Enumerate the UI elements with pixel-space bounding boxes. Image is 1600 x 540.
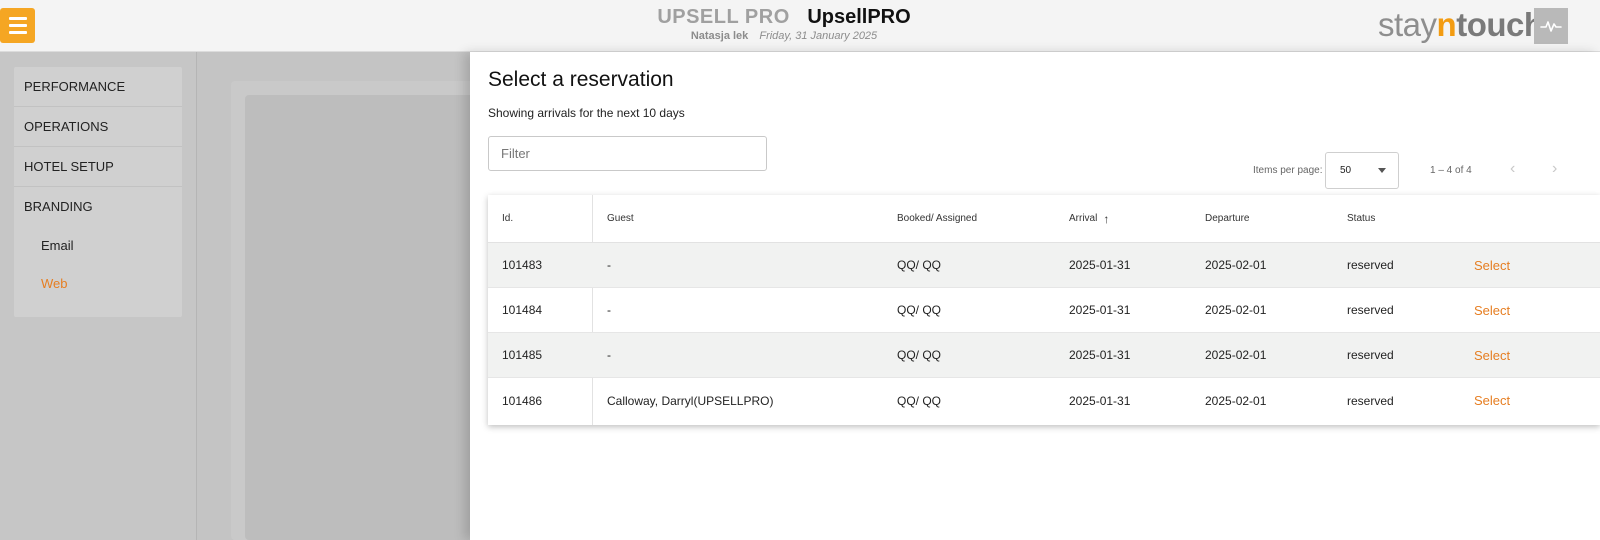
sidebar-subitem-email[interactable]: Email <box>14 227 182 265</box>
previous-page-icon[interactable]: ‹ <box>1510 160 1515 178</box>
select-reservation-button[interactable]: Select <box>1474 333 1510 377</box>
sidebar-item-operations[interactable]: OPERATIONS <box>14 107 182 147</box>
header-guest[interactable]: Guest <box>607 195 634 242</box>
cell-arrival: 2025-01-31 <box>1069 258 1131 272</box>
header-center: UPSELL PRO UpsellPRO Natasja lek Friday,… <box>0 6 1568 42</box>
cell-status: reserved <box>1347 258 1394 272</box>
select-reservation-panel: Select a reservation Showing arrivals fo… <box>470 52 1600 540</box>
caret-down-icon <box>1378 168 1386 173</box>
cell-status: reserved <box>1347 303 1394 317</box>
cell-id: 101484 <box>502 303 543 317</box>
sidebar-item-hotel-setup[interactable]: HOTEL SETUP <box>14 147 182 187</box>
header-titles: UPSELL PRO UpsellPRO <box>0 6 1568 29</box>
hotel-name: UpsellPRO <box>807 6 911 28</box>
cell-guest: - <box>607 258 611 272</box>
cell-departure: 2025-02-01 <box>1205 348 1267 362</box>
cell-booked-assigned: QQ/ QQ <box>897 258 942 272</box>
header-arrival[interactable]: Arrival ↑ <box>1069 195 1109 242</box>
cell-guest: - <box>607 348 611 362</box>
sort-ascending-icon: ↑ <box>1103 211 1110 226</box>
panel-title: Select a reservation <box>488 68 674 91</box>
cell-booked-assigned: QQ/ QQ <box>897 303 942 317</box>
header-status[interactable]: Status <box>1347 195 1375 242</box>
header-departure[interactable]: Departure <box>1205 195 1249 242</box>
cell-id: 101485 <box>502 348 543 362</box>
logo-text-touch: touch <box>1456 6 1544 43</box>
filter-input[interactable] <box>488 136 767 171</box>
cell-status: reserved <box>1347 393 1394 408</box>
sidebar-item-performance[interactable]: PERFORMANCE <box>14 67 182 107</box>
cell-departure: 2025-02-01 <box>1205 303 1267 317</box>
sidebar-item-branding[interactable]: BRANDING <box>14 187 182 227</box>
cell-booked-assigned: QQ/ QQ <box>897 348 942 362</box>
sidebar-nav: PERFORMANCE OPERATIONS HOTEL SETUP BRAND… <box>14 67 182 317</box>
next-page-icon[interactable]: › <box>1552 160 1557 178</box>
items-per-page-value: 50 <box>1340 165 1352 176</box>
header-booked-assigned[interactable]: Booked/ Assigned <box>897 195 977 242</box>
select-reservation-button[interactable]: Select <box>1474 243 1510 287</box>
activity-button[interactable] <box>1534 8 1568 44</box>
items-per-page-label: Items per page: <box>1253 165 1323 176</box>
cell-id: 101486 <box>502 393 543 408</box>
panel-subtitle: Showing arrivals for the next 10 days <box>488 106 685 120</box>
cell-arrival: 2025-01-31 <box>1069 303 1131 317</box>
cell-departure: 2025-02-01 <box>1205 258 1267 272</box>
cell-guest: Calloway, Darryl(UPSELLPRO) <box>607 393 774 408</box>
activity-icon <box>1540 21 1562 32</box>
logo-text-stay: stay <box>1378 6 1437 43</box>
table-row: 101485 - QQ/ QQ 2025-01-31 2025-02-01 re… <box>488 333 1600 378</box>
cell-arrival: 2025-01-31 <box>1069 393 1131 408</box>
header-arrival-label: Arrival <box>1069 213 1098 224</box>
table-row: 101486 Calloway, Darryl(UPSELLPRO) QQ/ Q… <box>488 378 1600 423</box>
cell-booked-assigned: QQ/ QQ <box>897 393 942 408</box>
current-date: Friday, 31 January 2025 <box>759 30 878 42</box>
product-name: UPSELL PRO <box>657 6 790 28</box>
table-row: 101484 - QQ/ QQ 2025-01-31 2025-02-01 re… <box>488 288 1600 333</box>
header-subline: Natasja lek Friday, 31 January 2025 <box>0 30 1568 42</box>
select-reservation-button[interactable]: Select <box>1474 378 1510 423</box>
items-per-page-select[interactable]: 50 <box>1325 152 1399 189</box>
cell-departure: 2025-02-01 <box>1205 393 1267 408</box>
top-header: UPSELL PRO UpsellPRO Natasja lek Friday,… <box>0 0 1600 52</box>
reservations-table: Id. Guest Booked/ Assigned Arrival ↑ Dep… <box>488 195 1600 425</box>
cell-guest: - <box>607 303 611 317</box>
select-reservation-button[interactable]: Select <box>1474 288 1510 332</box>
pagination-range: 1 – 4 of 4 <box>1430 165 1472 176</box>
cell-id: 101483 <box>502 258 543 272</box>
table-header-row: Id. Guest Booked/ Assigned Arrival ↑ Dep… <box>488 195 1600 243</box>
brand-logo: stayntouch <box>1378 6 1544 44</box>
main-content-inner-card <box>245 95 485 540</box>
cell-arrival: 2025-01-31 <box>1069 348 1131 362</box>
cell-status: reserved <box>1347 348 1394 362</box>
user-name: Natasja lek <box>690 30 749 42</box>
table-row: 101483 - QQ/ QQ 2025-01-31 2025-02-01 re… <box>488 243 1600 288</box>
sidebar-subitem-web[interactable]: Web <box>14 265 182 303</box>
header-id[interactable]: Id. <box>502 195 513 242</box>
logo-text-n: n <box>1436 6 1457 43</box>
